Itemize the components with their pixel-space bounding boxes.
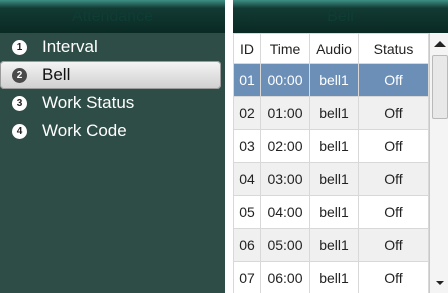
cell-status: Off	[358, 228, 429, 262]
cell-audio: bell1	[309, 63, 359, 97]
cell-audio: bell1	[309, 195, 359, 229]
menu-item-label: Work Status	[42, 93, 135, 112]
menu-item-label: Work Code	[42, 121, 127, 140]
number-badge: 1	[12, 40, 27, 55]
cell-time: 01:00	[260, 96, 310, 130]
cell-audio: bell1	[309, 228, 359, 262]
table-row[interactable]: 01 00:00 bell1 Off	[233, 63, 429, 97]
cell-id: 07	[233, 261, 261, 293]
cell-time: 06:00	[260, 261, 310, 293]
cell-time: 05:00	[260, 228, 310, 262]
bell-title: Bell	[233, 0, 448, 33]
cell-status: Off	[358, 96, 429, 130]
cell-id: 05	[233, 195, 261, 229]
table-header-row: ID Time Audio Status	[233, 33, 429, 64]
cell-id: 03	[233, 129, 261, 163]
cell-time: 03:00	[260, 162, 310, 196]
cell-status: Off	[358, 63, 429, 97]
cell-id: 02	[233, 96, 261, 130]
cell-id: 06	[233, 228, 261, 262]
cell-time: 00:00	[260, 63, 310, 97]
table-row[interactable]: 02 01:00 bell1 Off	[233, 96, 429, 130]
number-badge: 4	[12, 124, 27, 139]
menu-item-interval[interactable]: 1 Interval	[0, 33, 225, 61]
scroll-up-arrow-icon[interactable]	[434, 41, 446, 47]
cell-audio: bell1	[309, 96, 359, 130]
cell-audio: bell1	[309, 261, 359, 293]
cell-time: 02:00	[260, 129, 310, 163]
scroll-down-arrow-icon[interactable]	[436, 281, 444, 285]
table-row[interactable]: 07 06:00 bell1 Off	[233, 261, 429, 293]
scrollbar-thumb[interactable]	[432, 55, 448, 119]
cell-id: 04	[233, 162, 261, 196]
column-header-status[interactable]: Status	[358, 33, 429, 64]
number-badge: 2	[12, 68, 27, 83]
table-row[interactable]: 03 02:00 bell1 Off	[233, 129, 429, 163]
menu-item-work-code[interactable]: 4 Work Code	[0, 117, 225, 145]
cell-id: 01	[233, 63, 261, 97]
table-row[interactable]: 04 03:00 bell1 Off	[233, 162, 429, 196]
menu-item-work-status[interactable]: 3 Work Status	[0, 89, 225, 117]
bell-table: ID Time Audio Status 01 00:00 bell1 Off …	[233, 33, 429, 293]
cell-audio: bell1	[309, 129, 359, 163]
menu-item-label: Interval	[42, 37, 98, 56]
cell-status: Off	[358, 129, 429, 163]
table-row[interactable]: 05 04:00 bell1 Off	[233, 195, 429, 229]
cell-status: Off	[358, 162, 429, 196]
cell-audio: bell1	[309, 162, 359, 196]
number-badge: 3	[12, 96, 27, 111]
menu-item-label: Bell	[42, 65, 71, 84]
cell-status: Off	[358, 261, 429, 293]
bell-panel: Bell ID Time Audio Status 01 00:00 bell1…	[233, 0, 448, 293]
column-header-audio[interactable]: Audio	[309, 33, 359, 64]
vertical-scrollbar[interactable]	[429, 33, 448, 293]
cell-time: 04:00	[260, 195, 310, 229]
column-header-time[interactable]: Time	[260, 33, 310, 64]
menu-item-bell[interactable]: 2 Bell	[0, 61, 221, 89]
table-row[interactable]: 06 05:00 bell1 Off	[233, 228, 429, 262]
cell-status: Off	[358, 195, 429, 229]
attendance-menu: 1 Interval 2 Bell 3 Work Status 4 Work C…	[0, 33, 225, 145]
attendance-panel: Attendance 1 Interval 2 Bell 3 Work Stat…	[0, 0, 225, 293]
column-header-id[interactable]: ID	[233, 33, 261, 64]
attendance-title: Attendance	[0, 0, 225, 33]
